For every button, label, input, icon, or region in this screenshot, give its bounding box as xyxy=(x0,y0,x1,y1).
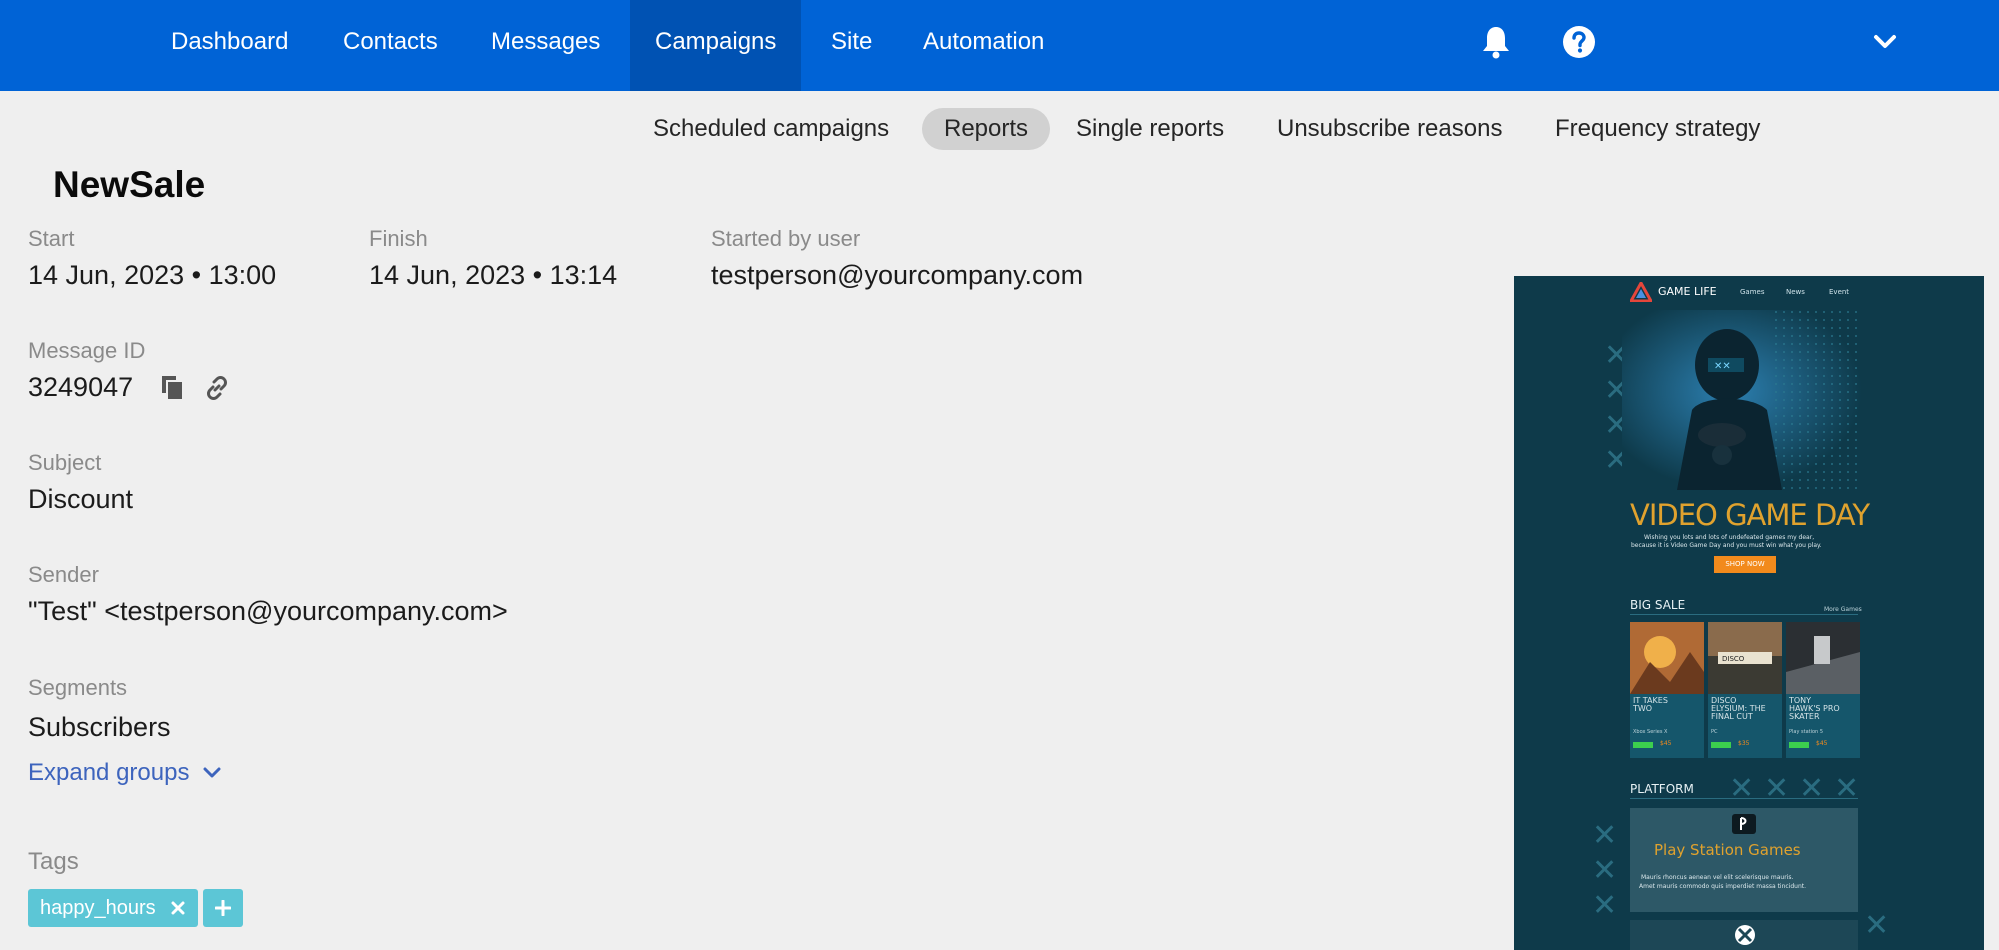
plus-icon xyxy=(215,900,231,916)
message-id-value: 3249047 xyxy=(28,372,134,402)
nav-messages[interactable]: Messages xyxy=(466,0,625,91)
game-platform: Xbox Series X xyxy=(1633,729,1668,735)
subnav-scheduled-campaigns[interactable]: Scheduled campaigns xyxy=(631,108,911,150)
email-preview: GAME LIFE Games News Event ✕ ✕ ✕ ✕ ✕ ✕ ✕… xyxy=(1514,276,1984,950)
game-price: $45 xyxy=(1660,740,1672,747)
top-nav-bar: Dashboard Contacts Messages Campaigns Si… xyxy=(0,0,1999,91)
subnav-reports[interactable]: Reports xyxy=(922,108,1051,150)
start-label: Start xyxy=(28,226,75,251)
nav-site[interactable]: Site xyxy=(806,0,897,91)
message-id-label: Message ID xyxy=(28,338,146,363)
preview-ps-title: Play Station Games xyxy=(1654,841,1801,859)
expand-groups-label: Expand groups xyxy=(28,759,190,786)
subject-value: Discount xyxy=(28,484,134,514)
help-icon[interactable] xyxy=(1561,0,1597,84)
preview-hero-text-1: Wishing you lots and lots of undefeated … xyxy=(1644,534,1815,541)
preview-hero-text-2: because it is Video Game Day and you mus… xyxy=(1631,542,1822,549)
game-life-logo-icon xyxy=(1630,282,1652,302)
page-title: NewSale xyxy=(53,164,206,205)
preview-ps-text-2: Amet mauris commodo quis imperdiet massa… xyxy=(1639,883,1807,890)
preview-ps-text-1: Mauris rhoncus aenean vel elit scelerisq… xyxy=(1641,874,1794,881)
game-platform: Play station 5 xyxy=(1789,729,1823,735)
game-title-line-3: SKATER xyxy=(1789,712,1820,721)
game-cover-image xyxy=(1630,622,1704,694)
game-title-line-3: FINAL CUT xyxy=(1711,712,1753,721)
xbox-icon xyxy=(1735,925,1755,945)
game-platform: PC xyxy=(1711,729,1718,735)
subnav-single-reports[interactable]: Single reports xyxy=(1054,108,1246,150)
preview-divider xyxy=(1630,614,1858,615)
preview-hero-title: VIDEO GAME DAY xyxy=(1630,498,1870,532)
bell-icon[interactable] xyxy=(1478,0,1514,84)
decor-x-mark: ✕ xyxy=(1592,818,1618,853)
finish-label: Finish xyxy=(369,226,428,251)
game-price: $45 xyxy=(1816,740,1828,747)
svg-text:DISCO: DISCO xyxy=(1722,655,1745,663)
decor-x-mark: ✕ xyxy=(1729,771,1755,806)
preview-game-card: TONY HAWK'S PRO SKATER Play station 5 $4… xyxy=(1786,622,1860,758)
preview-platform-title: PLATFORM xyxy=(1630,782,1694,796)
game-price: $35 xyxy=(1738,740,1750,747)
chevron-down-icon[interactable] xyxy=(1871,0,1899,84)
decor-x-mark: ✕ xyxy=(1864,908,1890,943)
tag-label: happy_hours xyxy=(40,896,156,919)
nav-automation[interactable]: Automation xyxy=(898,0,1069,91)
start-value: 14 Jun, 2023 • 13:00 xyxy=(28,260,277,290)
subnav-frequency-strategy[interactable]: Frequency strategy xyxy=(1533,108,1782,150)
preview-menu-games: Games xyxy=(1740,288,1765,296)
preview-menu-news: News xyxy=(1786,288,1805,296)
playstation-icon xyxy=(1732,814,1756,834)
sender-label: Sender xyxy=(28,562,99,587)
preview-menu-event: Event xyxy=(1829,288,1850,296)
sender-value: "Test" <testperson@yourcompany.com> xyxy=(28,596,508,626)
link-icon[interactable] xyxy=(203,374,231,402)
expand-groups-link[interactable]: Expand groups xyxy=(28,759,221,787)
hero-gamer-image: ✕✕ xyxy=(1622,310,1862,490)
game-cover-image: DISCO xyxy=(1708,622,1782,694)
decor-x-mark: ✕ xyxy=(1592,888,1618,923)
game-discount-badge xyxy=(1711,742,1731,748)
game-title-line-2: TWO xyxy=(1633,704,1653,713)
preview-xbox-banner xyxy=(1630,920,1858,950)
tag-chip: happy_hours xyxy=(28,889,198,927)
preview-game-card: IT TAKES TWO Xbox Series X $45 xyxy=(1630,622,1704,758)
decor-x-mark: ✕ xyxy=(1764,771,1790,806)
game-discount-badge xyxy=(1789,742,1809,748)
preview-sale-title: BIG SALE xyxy=(1630,598,1686,612)
decor-x-mark: ✕ xyxy=(1834,771,1860,806)
subject-label: Subject xyxy=(28,450,102,475)
remove-tag-icon[interactable] xyxy=(170,900,186,916)
preview-shop-now-button: SHOP NOW xyxy=(1714,556,1776,573)
decor-x-mark: ✕ xyxy=(1592,853,1618,888)
started-by-label: Started by user xyxy=(711,226,861,251)
subnav-unsubscribe-reasons[interactable]: Unsubscribe reasons xyxy=(1255,108,1524,150)
preview-divider xyxy=(1630,798,1858,799)
nav-contacts[interactable]: Contacts xyxy=(318,0,463,91)
preview-sale-more: More Games xyxy=(1824,606,1862,613)
add-tag-button[interactable] xyxy=(203,889,243,927)
started-by-value: testperson@yourcompany.com xyxy=(711,260,1084,290)
game-discount-badge xyxy=(1633,742,1653,748)
preview-brand: GAME LIFE xyxy=(1658,285,1717,298)
segments-label: Segments xyxy=(28,675,128,700)
nav-campaigns[interactable]: Campaigns xyxy=(630,0,802,91)
tags-label: Tags xyxy=(28,848,79,875)
decor-x-mark: ✕ xyxy=(1799,771,1825,806)
nav-dashboard[interactable]: Dashboard xyxy=(146,0,313,91)
copy-icon[interactable] xyxy=(159,374,187,402)
finish-value: 14 Jun, 2023 • 13:14 xyxy=(369,260,618,290)
segments-value: Subscribers xyxy=(28,712,171,742)
expand-chevron-icon xyxy=(203,767,221,778)
game-cover-image xyxy=(1786,622,1860,694)
svg-text:✕✕: ✕✕ xyxy=(1714,361,1731,372)
preview-playstation-banner xyxy=(1630,808,1858,912)
preview-game-card: DISCO DISCO ELYSIUM: THE FINAL CUT PC $3… xyxy=(1708,622,1782,758)
